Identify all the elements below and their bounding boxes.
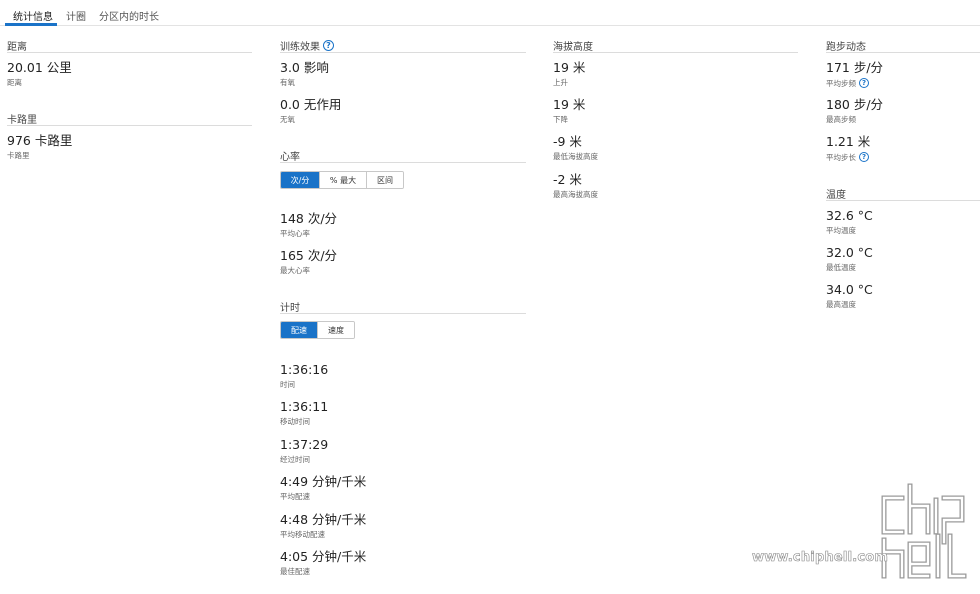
stat-value: 34.0 °C <box>826 282 873 297</box>
stat-calories: 976 卡路里 卡路里 <box>7 133 73 161</box>
stat-ascent: 19 米 上升 <box>553 60 586 88</box>
stat-value: 4:05 分钟/千米 <box>280 549 367 564</box>
stat-time: 1:36:16 时间 <box>280 362 329 390</box>
watermark-url: www.chiphell.com <box>752 550 889 566</box>
stat-value: -2 米 <box>553 172 582 187</box>
stat-avg-pace: 4:49 分钟/千米 平均配速 <box>280 474 367 502</box>
stat-label: 最佳配速 <box>280 567 310 576</box>
toggle-pace[interactable]: 配速 <box>281 322 318 338</box>
stat-aerobic-te: 3.0 影响 有氧 <box>280 60 329 88</box>
stat-value: 19 米 <box>553 60 586 75</box>
section-heart-rate-title: 心率 <box>280 150 526 163</box>
stat-value: 19 米 <box>553 97 586 112</box>
stat-value: 171 步/分 <box>826 60 884 75</box>
section-calories-title: 卡路里 <box>7 113 252 126</box>
stat-label: 平均移动配速 <box>280 530 325 539</box>
chiphell-logo-icon <box>881 483 967 579</box>
stat-value: 4:49 分钟/千米 <box>280 474 367 489</box>
section-elevation-title: 海拔高度 <box>553 40 798 53</box>
stat-elapsed-time: 1:37:29 经过时间 <box>280 437 329 465</box>
stat-min-elevation: -9 米 最低海拔高度 <box>553 134 598 162</box>
section-temperature-title: 温度 <box>826 188 980 201</box>
section-training-effect-title: 训练效果 ? <box>280 39 526 53</box>
stat-label: 移动时间 <box>280 417 310 426</box>
help-icon[interactable]: ? <box>323 39 334 51</box>
stat-label: 下降 <box>553 115 568 124</box>
stat-label: 卡路里 <box>7 151 30 160</box>
stat-label: 有氧 <box>280 78 295 87</box>
stat-value: 1:37:29 <box>280 437 329 452</box>
stat-value: 20.01 公里 <box>7 60 72 75</box>
stat-avg-stride-length: 1.21 米 平均步长 ? <box>826 135 870 162</box>
toggle-percent-max[interactable]: % 最大 <box>320 172 367 188</box>
stat-label: 时间 <box>280 380 295 389</box>
stat-value: 3.0 影响 <box>280 60 329 75</box>
stat-best-pace: 4:05 分钟/千米 最佳配速 <box>280 549 367 577</box>
stat-max-cadence: 180 步/分 最高步频 <box>826 97 884 125</box>
active-tab-indicator <box>5 23 57 26</box>
stat-moving-time: 1:36:11 移动时间 <box>280 399 329 427</box>
section-distance-title: 距离 <box>7 40 252 53</box>
section-timing-title: 计时 <box>280 301 526 314</box>
stat-min-temp: 32.0 °C 最低温度 <box>826 245 873 273</box>
stat-value: 148 次/分 <box>280 211 338 226</box>
stat-max-elevation: -2 米 最高海拔高度 <box>553 172 598 200</box>
column-training-hr-timing: 训练效果 ? 3.0 影响 有氧 0.0 无作用 无氧 心率 次/分 % 最大 … <box>280 39 526 576</box>
stat-label: 最高步频 <box>826 115 856 124</box>
column-distance-calories: 距离 20.01 公里 距离 卡路里 976 卡路里 卡路里 <box>7 40 252 160</box>
column-dynamics-temperature: 跑步动态 171 步/分 平均步频 ? 180 步/分 最高步频 1.21 米 … <box>826 40 980 309</box>
stat-label: 经过时间 <box>280 455 310 464</box>
chiphell-watermark: www.chiphell.com <box>752 480 974 580</box>
stat-label: 距离 <box>7 78 22 87</box>
stat-value: 976 卡路里 <box>7 133 73 148</box>
stat-value: 32.6 °C <box>826 208 873 223</box>
stat-value: 0.0 无作用 <box>280 97 342 112</box>
heart-rate-unit-toggle: 次/分 % 最大 区间 <box>280 171 404 189</box>
section-running-dynamics-title: 跑步动态 <box>826 40 980 53</box>
stat-label: 最低温度 <box>826 263 856 272</box>
stat-max-temp: 34.0 °C 最高温度 <box>826 282 873 310</box>
tab-stats[interactable]: 统计信息 <box>13 8 53 23</box>
stat-label: 平均步频 ? <box>826 78 883 88</box>
toggle-bpm[interactable]: 次/分 <box>281 172 320 188</box>
stat-value: 32.0 °C <box>826 245 873 260</box>
stat-label: 平均温度 <box>826 226 856 235</box>
pace-speed-toggle: 配速 速度 <box>280 321 355 339</box>
stat-value: 165 次/分 <box>280 248 338 263</box>
stat-label: 最高海拔高度 <box>553 190 598 199</box>
help-icon[interactable]: ? <box>859 152 869 162</box>
tab-bar: 统计信息 计圈 分区内的时长 <box>0 0 980 26</box>
stat-label: 最低海拔高度 <box>553 152 598 161</box>
stat-anaerobic-te: 0.0 无作用 无氧 <box>280 97 342 125</box>
toggle-zones[interactable]: 区间 <box>367 172 403 188</box>
stat-label: 平均步长 ? <box>826 152 870 162</box>
stat-label: 最大心率 <box>280 266 310 275</box>
tab-time-in-zones[interactable]: 分区内的时长 <box>99 8 159 23</box>
stat-avg-hr: 148 次/分 平均心率 <box>280 211 338 239</box>
column-elevation: 海拔高度 19 米 上升 19 米 下降 -9 米 最低海拔高度 -2 米 最高… <box>553 40 798 199</box>
stat-label: 无氧 <box>280 115 295 124</box>
stat-distance: 20.01 公里 距离 <box>7 60 72 88</box>
stat-value: 1:36:16 <box>280 362 329 377</box>
stat-avg-cadence: 171 步/分 平均步频 ? <box>826 61 883 88</box>
stat-descent: 19 米 下降 <box>553 97 586 125</box>
stat-value: -9 米 <box>553 134 582 149</box>
stat-value: 1.21 米 <box>826 134 871 149</box>
tab-laps[interactable]: 计圈 <box>66 8 86 23</box>
stat-label: 平均心率 <box>280 229 310 238</box>
stat-label: 上升 <box>553 78 568 87</box>
stat-label: 平均配速 <box>280 492 310 501</box>
stat-avg-temp: 32.6 °C 平均温度 <box>826 208 873 236</box>
stat-value: 4:48 分钟/千米 <box>280 512 367 527</box>
help-icon[interactable]: ? <box>859 78 869 88</box>
stat-max-hr: 165 次/分 最大心率 <box>280 248 338 276</box>
stat-value: 180 步/分 <box>826 97 884 112</box>
toggle-speed[interactable]: 速度 <box>318 322 354 338</box>
stat-label: 最高温度 <box>826 300 856 309</box>
stat-avg-moving-pace: 4:48 分钟/千米 平均移动配速 <box>280 512 367 540</box>
stat-value: 1:36:11 <box>280 399 329 414</box>
